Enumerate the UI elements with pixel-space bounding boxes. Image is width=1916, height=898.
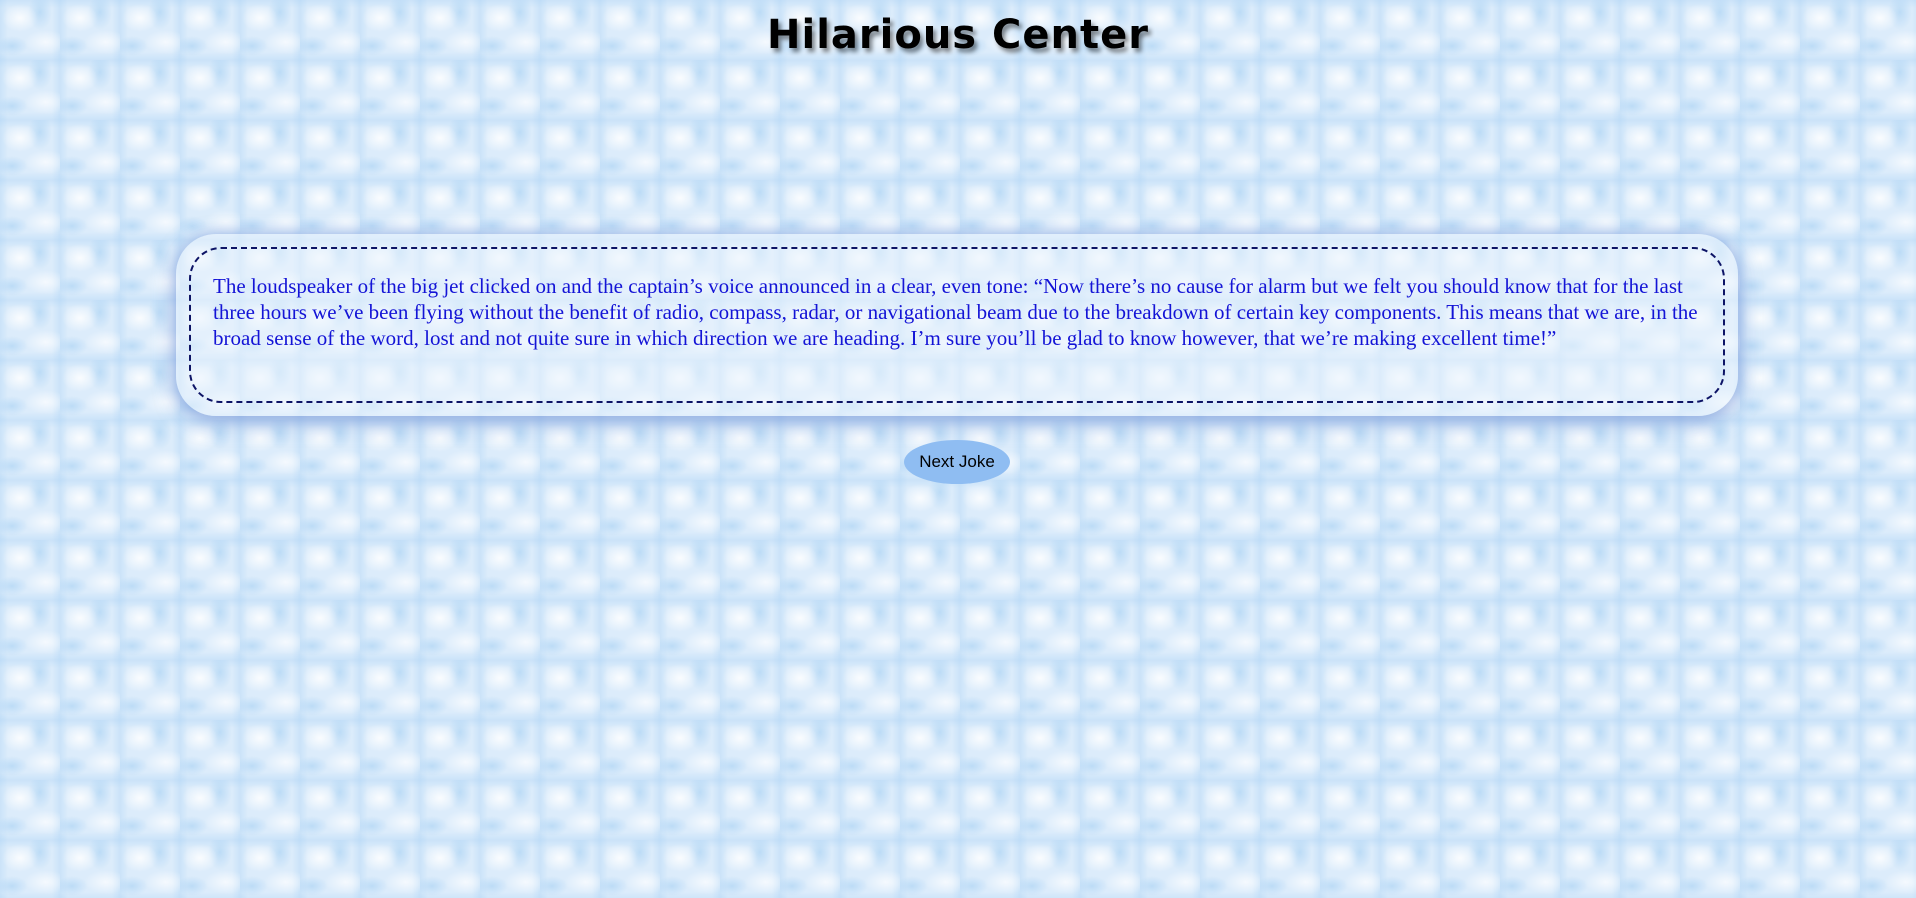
- page-title: Hilarious Center: [767, 12, 1149, 58]
- joke-card: The loudspeaker of the big jet clicked o…: [176, 234, 1738, 416]
- joke-card-inner: The loudspeaker of the big jet clicked o…: [189, 247, 1725, 403]
- next-joke-button[interactable]: Next Joke: [904, 440, 1010, 484]
- joke-text: The loudspeaker of the big jet clicked o…: [213, 274, 1698, 350]
